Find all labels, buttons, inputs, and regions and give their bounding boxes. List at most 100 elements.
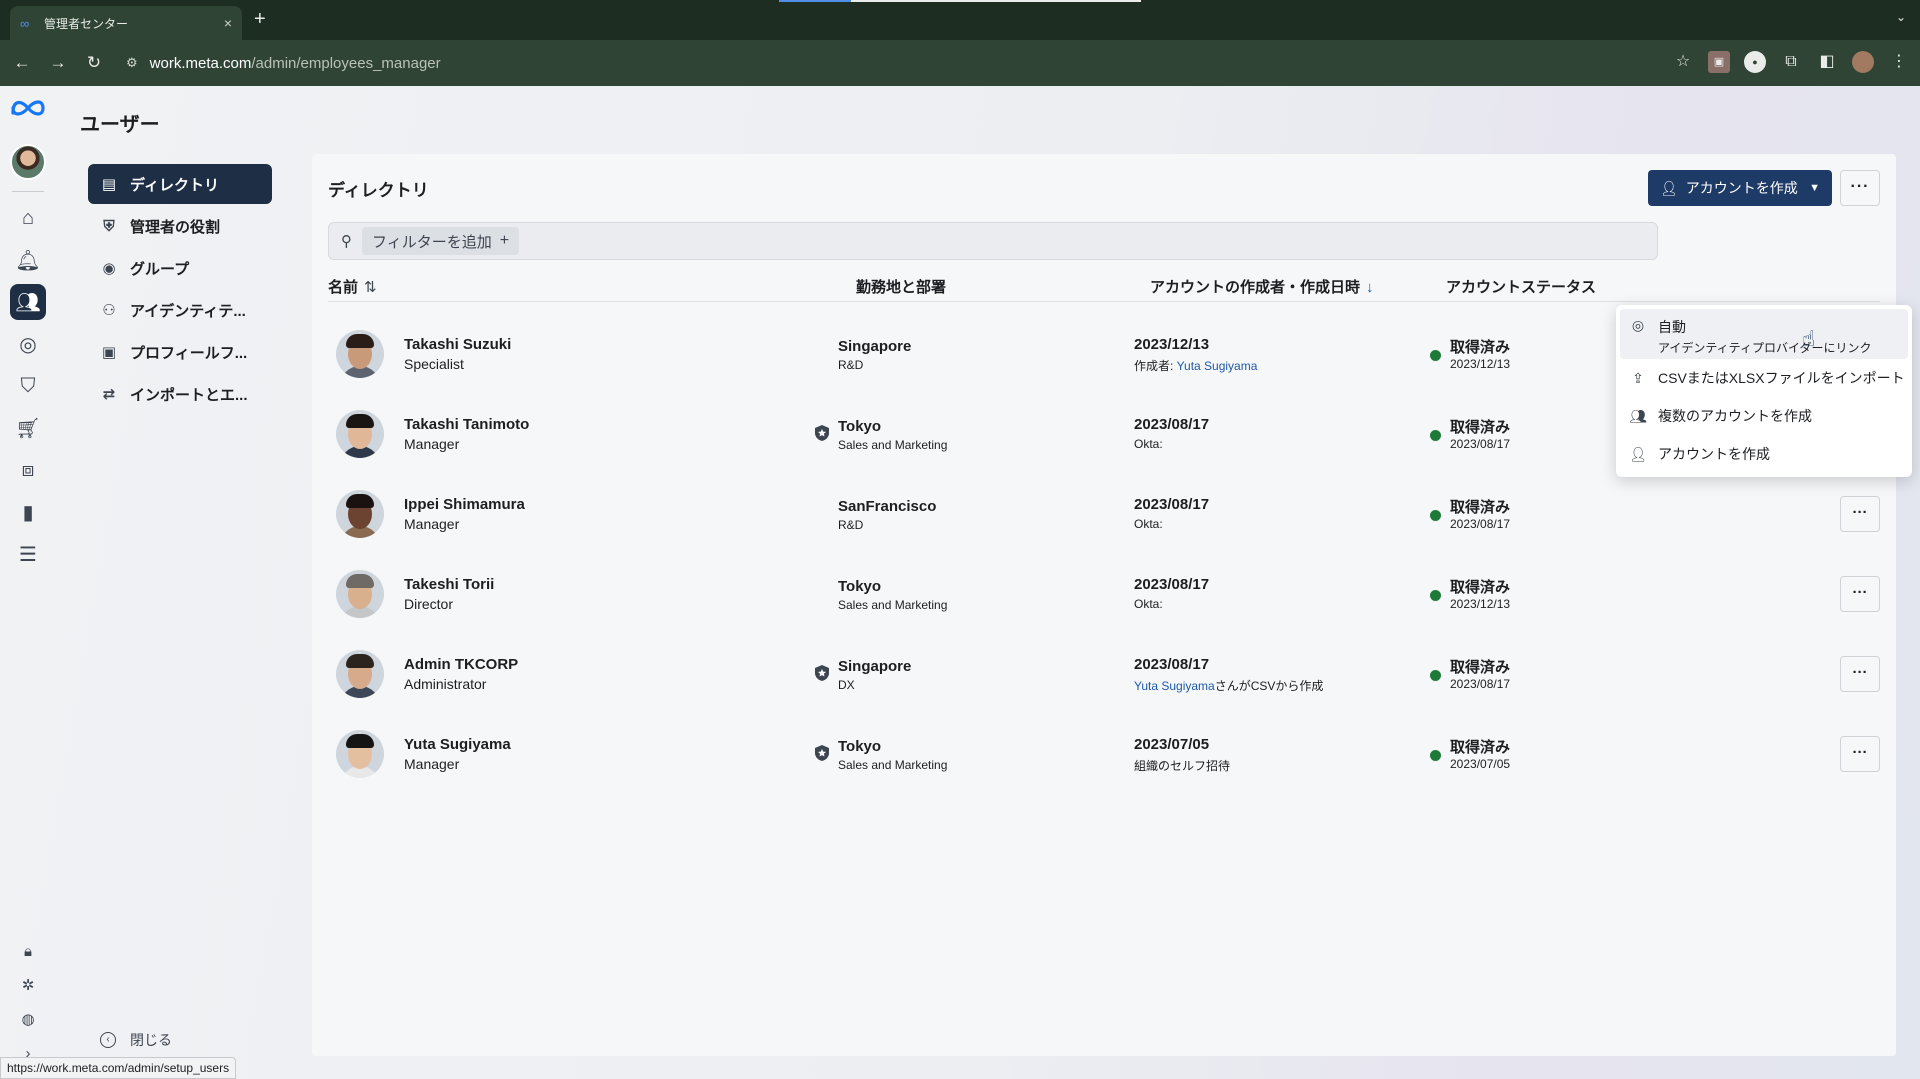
- sort-icon[interactable]: ⇅: [364, 279, 377, 296]
- menu-item-create-multiple[interactable]: 👥︎ 複数のアカウントを作成: [1620, 397, 1908, 435]
- menu-auto-title: 自動: [1658, 319, 1686, 335]
- back-icon[interactable]: ←: [8, 53, 36, 73]
- user-name[interactable]: Yuta Sugiyama: [404, 736, 511, 753]
- created-by-prefix: 作成者:: [1134, 359, 1177, 373]
- avatar: [336, 410, 384, 458]
- settings-icon[interactable]: ☰: [10, 536, 46, 572]
- account-status: 取得済み: [1450, 499, 1511, 516]
- extension-icon[interactable]: ▣: [1708, 51, 1730, 73]
- menu-item-import-file[interactable]: ⇪ CSVまたはXLSXファイルをインポート: [1620, 359, 1908, 397]
- subnav-item-admin-roles[interactable]: ⛨ 管理者の役割: [88, 206, 272, 246]
- user-role: Administrator: [404, 676, 487, 692]
- user-name[interactable]: Takashi Suzuki: [404, 336, 511, 353]
- user-role: Manager: [404, 436, 460, 452]
- menu-single-label: アカウントを作成: [1658, 446, 1770, 462]
- menu-auto-subtitle: アイデンティティプロバイダーにリンク: [1658, 341, 1872, 355]
- close-nav-button[interactable]: ‹ 閉じる: [100, 1030, 172, 1050]
- directory-title: ディレクトリ: [328, 181, 429, 200]
- user-name[interactable]: Ippei Shimamura: [404, 496, 525, 513]
- created-by-link[interactable]: Yuta Sugiyama: [1177, 359, 1258, 373]
- subnav-item-profile-fields[interactable]: ▣ プロフィールフ...: [88, 332, 272, 372]
- profile-avatar-icon[interactable]: [1852, 51, 1874, 73]
- column-header-location: 勤務地と部署: [856, 276, 946, 297]
- table-row[interactable]: Ippei Shimamura Manager SanFrancisco R&D 202…: [328, 474, 1880, 554]
- row-more-options-button[interactable]: ···: [1840, 576, 1880, 612]
- user-name[interactable]: Takeshi Torii: [404, 576, 494, 593]
- close-tab-icon[interactable]: ×: [224, 15, 232, 31]
- column-label: 勤務地と部署: [856, 279, 947, 296]
- add-filter-button[interactable]: フィルターを追加 +: [362, 227, 520, 255]
- created-date: 2023/07/05: [1134, 736, 1210, 753]
- add-user-icon: 👤︎: [1629, 445, 1647, 462]
- upload-icon: ⇪: [1632, 369, 1644, 386]
- menu-import-label: CSVまたはXLSXファイルをインポート: [1658, 370, 1905, 386]
- meta-logo-icon[interactable]: [9, 96, 47, 120]
- status-date: 2023/08/17: [1450, 677, 1511, 691]
- import-export-icon: ⇄: [102, 386, 116, 403]
- reload-icon[interactable]: ↻: [80, 53, 108, 73]
- account-status: 取得済み: [1450, 659, 1511, 676]
- status-bar-url: https://work.meta.com/admin/setup_users: [0, 1057, 237, 1079]
- notifications-icon[interactable]: 🔔︎: [10, 242, 46, 278]
- lock-icon[interactable]: 🔒︎: [18, 942, 38, 962]
- browser-menu-icon[interactable]: ⋮: [1888, 51, 1910, 73]
- new-tab-icon[interactable]: +: [254, 8, 266, 31]
- security-shield-icon[interactable]: ⛉: [10, 368, 46, 404]
- admin-shield-icon: [815, 665, 829, 681]
- account-status: 取得済み: [1450, 339, 1511, 356]
- create-account-button[interactable]: 👤︎ アカウントを作成 ▼: [1648, 170, 1832, 206]
- column-header-created[interactable]: アカウントの作成者・作成日時 ↓: [1150, 276, 1374, 297]
- analytics-icon[interactable]: ▮: [10, 494, 46, 530]
- subnav-item-groups[interactable]: ◉ グループ: [88, 248, 272, 288]
- created-date: 2023/08/17: [1134, 656, 1210, 673]
- status-dot: [1430, 750, 1441, 761]
- subnav-item-import-export[interactable]: ⇄ インポートとエ...: [88, 374, 272, 414]
- created-by-link[interactable]: Yuta Sugiyama: [1134, 679, 1215, 693]
- site-info-icon[interactable]: ⚙: [126, 55, 138, 71]
- row-more-options-button[interactable]: ···: [1840, 656, 1880, 692]
- page-title: ユーザー: [80, 114, 160, 136]
- menu-item-create-single[interactable]: 👤︎ アカウントを作成: [1620, 435, 1908, 473]
- column-header-name[interactable]: 名前 ⇅: [328, 276, 377, 297]
- language-globe-icon[interactable]: ◍: [18, 1010, 38, 1030]
- apps-icon[interactable]: ⧈: [10, 452, 46, 488]
- side-panel-icon[interactable]: ◧: [1816, 51, 1838, 73]
- created-by-prefix: 組織のセルフ招待: [1134, 759, 1231, 773]
- status-date: 2023/08/17: [1450, 437, 1511, 451]
- home-icon[interactable]: ⌂: [10, 200, 46, 236]
- add-user-icon: 👤︎: [1660, 179, 1678, 196]
- table-row[interactable]: Yuta Sugiyama Manager Tokyo Sales and Marke…: [328, 714, 1880, 794]
- status-dot: [1430, 670, 1441, 681]
- account-status: 取得済み: [1450, 579, 1511, 596]
- menu-item-auto-idp[interactable]: ◎ 自動 アイデンティティプロバイダーにリンク: [1620, 309, 1908, 359]
- extensions-puzzle-icon[interactable]: ⧉: [1780, 51, 1802, 73]
- forward-icon[interactable]: →: [44, 53, 72, 73]
- users-icon[interactable]: 👥︎: [10, 284, 46, 320]
- table-row[interactable]: Admin TKCORP Administrator Singapore DX 2023…: [328, 634, 1880, 714]
- table-row[interactable]: Takeshi Torii Director Tokyo Sales and Mark…: [328, 554, 1880, 634]
- subnav-item-directory[interactable]: ▤ ディレクトリ: [88, 164, 272, 204]
- store-cart-icon[interactable]: 🛒︎: [10, 410, 46, 446]
- created-date: 2023/08/17: [1134, 496, 1210, 513]
- bookmark-star-icon[interactable]: ☆: [1672, 51, 1694, 73]
- bug-icon[interactable]: ✲: [18, 976, 38, 996]
- user-avatar[interactable]: [10, 144, 46, 180]
- address-bar[interactable]: ⚙ work.meta.com/admin/employees_manager: [126, 49, 441, 77]
- account-status: 取得済み: [1450, 419, 1511, 436]
- browser-tab[interactable]: ∞ 管理者センター ×: [10, 6, 242, 40]
- subnav-item-identity[interactable]: ⚇ アイデンティテ...: [88, 290, 272, 330]
- admin-shield-icon: [815, 745, 829, 761]
- column-label: 名前: [328, 279, 359, 296]
- sort-descending-icon[interactable]: ↓: [1366, 279, 1374, 296]
- status-date: 2023/07/05: [1450, 757, 1511, 771]
- user-name[interactable]: Admin TKCORP: [404, 656, 518, 673]
- extension-badge-icon[interactable]: ●: [1744, 51, 1766, 73]
- filter-bar[interactable]: ⚲ フィルターを追加 +: [328, 222, 1658, 260]
- tab-search-icon[interactable]: ⌄: [1896, 10, 1906, 24]
- user-name[interactable]: Takashi Tanimoto: [404, 416, 529, 433]
- vr-headset-icon[interactable]: ◎: [10, 326, 46, 362]
- row-more-options-button[interactable]: ···: [1840, 496, 1880, 532]
- more-options-button[interactable]: ···: [1840, 170, 1880, 206]
- created-by: 作成者: Yuta Sugiyama: [1134, 357, 1257, 374]
- row-more-options-button[interactable]: ···: [1840, 736, 1880, 772]
